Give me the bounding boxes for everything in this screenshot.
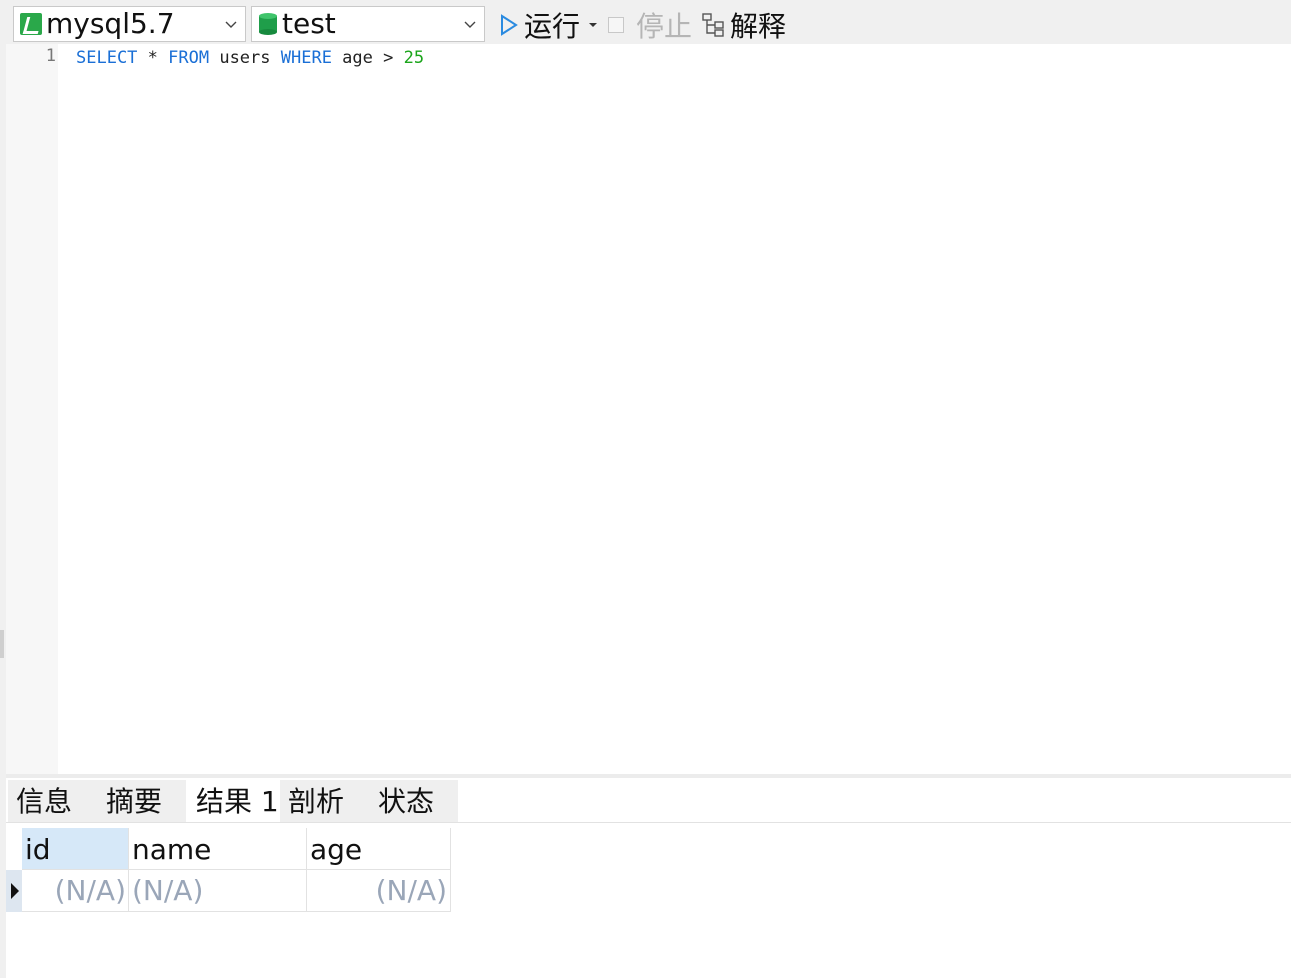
connection-select[interactable]: mysql5.7 — [13, 6, 246, 42]
database-label: test — [282, 7, 336, 40]
sql-number: 25 — [403, 48, 425, 68]
dropdown-icon[interactable] — [588, 22, 598, 28]
sql-token: users — [209, 48, 281, 68]
tab-summary[interactable]: 摘要 — [98, 780, 186, 822]
stop-icon — [608, 17, 624, 33]
column-header-name[interactable]: name — [129, 828, 307, 870]
tab-status[interactable]: 状态 — [370, 780, 458, 822]
stop-label: 停止 — [636, 10, 693, 43]
column-header-id[interactable]: id — [22, 828, 129, 870]
sql-keyword: FROM — [168, 48, 210, 68]
explain-label: 解释 — [730, 10, 787, 43]
sql-token: * — [137, 48, 169, 68]
chevron-down-icon — [225, 21, 237, 28]
sql-keyword: SELECT — [76, 48, 138, 68]
chevron-down-icon — [464, 21, 476, 28]
explain-icon — [702, 13, 724, 37]
query-toolbar: mysql5.7 test 运行 停止 解释 — [6, 0, 1291, 44]
connection-icon — [20, 13, 42, 35]
row-pointer-icon — [11, 883, 19, 899]
explain-button[interactable]: 解释 — [702, 8, 787, 43]
database-select[interactable]: test — [251, 6, 485, 42]
cell-age[interactable]: (N/A) — [307, 870, 451, 912]
run-label: 运行 — [524, 10, 581, 43]
line-number: 1 — [45, 46, 56, 66]
sql-keyword: WHERE — [280, 48, 332, 68]
run-icon — [501, 14, 518, 36]
left-splitter-handle[interactable] — [0, 630, 4, 658]
stop-button[interactable]: 停止 — [608, 8, 693, 43]
tab-info[interactable]: 信息 — [8, 780, 98, 822]
cell-name[interactable]: (N/A) — [129, 870, 307, 912]
run-button[interactable]: 运行 — [500, 8, 598, 43]
cell-id[interactable]: (N/A) — [22, 870, 129, 912]
sql-editor[interactable]: 1 SELECT * FROM users WHERE age > 25 — [6, 44, 1291, 774]
tab-profile[interactable]: 剖析 — [280, 780, 370, 822]
line-number-gutter: 1 — [6, 44, 58, 774]
column-header-age[interactable]: age — [307, 828, 451, 870]
connection-label: mysql5.7 — [46, 7, 175, 40]
result-tabs: 信息 摘要 结果 1 剖析 状态 — [6, 778, 1291, 823]
code-line[interactable]: SELECT * FROM users WHERE age > 25 — [76, 46, 424, 70]
row-indicator[interactable] — [6, 870, 22, 912]
database-icon — [259, 13, 277, 35]
sql-token: age > — [331, 48, 404, 68]
tab-result-1[interactable]: 结果 1 — [188, 780, 282, 822]
